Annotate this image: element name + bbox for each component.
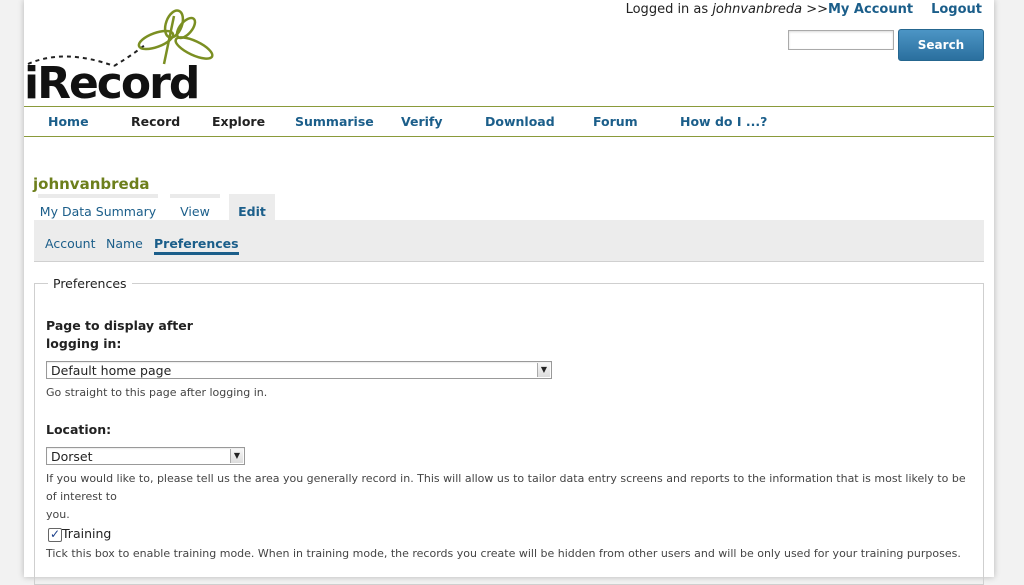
nav-item-summarise[interactable]: Summarise bbox=[295, 114, 374, 129]
search-button[interactable]: Search bbox=[898, 29, 984, 61]
location-help-text: If you would like to, please tell us the… bbox=[46, 470, 971, 524]
training-checkbox[interactable]: ✓ bbox=[48, 528, 62, 542]
logged-in-prefix: Logged in as bbox=[625, 2, 713, 17]
subtab-preferences[interactable]: Preferences bbox=[154, 236, 239, 255]
location-select[interactable]: Dorset ▼ bbox=[46, 447, 245, 465]
nav-item-record[interactable]: Record bbox=[131, 114, 180, 129]
page-after-login-label: Page to display after logging in: bbox=[46, 317, 193, 353]
main-nav: Home Record Explore Summarise Verify Dow… bbox=[24, 106, 994, 137]
page-after-login-select[interactable]: Default home page ▼ bbox=[46, 361, 552, 379]
page: iRecord Logged in as johnvanbreda >>My A… bbox=[24, 0, 994, 585]
page-label-line-2: logging in: bbox=[46, 336, 122, 351]
subtab-account[interactable]: Account bbox=[45, 236, 95, 251]
login-separator: >> bbox=[802, 2, 828, 17]
training-help-text: Tick this box to enable training mode. W… bbox=[46, 547, 961, 560]
training-label[interactable]: Training bbox=[62, 526, 111, 541]
fieldset-legend: Preferences bbox=[48, 276, 132, 291]
page-select-value: Default home page bbox=[51, 363, 172, 378]
irecord-logo[interactable]: iRecord bbox=[24, 4, 224, 108]
dropdown-arrow-icon: ▼ bbox=[537, 363, 550, 377]
nav-item-explore[interactable]: Explore bbox=[212, 114, 265, 129]
nav-item-verify[interactable]: Verify bbox=[401, 114, 443, 129]
logged-in-username: johnvanbreda bbox=[712, 2, 803, 17]
logout-link[interactable]: Logout bbox=[931, 2, 982, 17]
my-account-link[interactable]: My Account bbox=[828, 2, 913, 17]
location-help-line-1: If you would like to, please tell us the… bbox=[46, 472, 966, 503]
logo-text: iRecord bbox=[24, 58, 200, 109]
nav-item-download[interactable]: Download bbox=[485, 114, 555, 129]
nav-item-home[interactable]: Home bbox=[48, 114, 89, 129]
nav-item-how-do-i[interactable]: How do I ...? bbox=[680, 114, 767, 129]
location-label: Location: bbox=[46, 422, 112, 437]
login-status: Logged in as johnvanbreda >>My Account Lo… bbox=[626, 2, 982, 17]
subtab-name[interactable]: Name bbox=[106, 236, 143, 251]
location-help-line-2: you. bbox=[46, 508, 70, 521]
location-select-value: Dorset bbox=[51, 449, 93, 464]
subtab-bar: Account Name Preferences bbox=[34, 220, 984, 262]
page-title: johnvanbreda bbox=[33, 175, 150, 193]
page-label-line-1: Page to display after bbox=[46, 318, 193, 333]
dropdown-arrow-icon: ▼ bbox=[230, 449, 243, 463]
search-input[interactable] bbox=[788, 30, 894, 50]
nav-item-forum[interactable]: Forum bbox=[593, 114, 638, 129]
page-help-text: Go straight to this page after logging i… bbox=[46, 386, 268, 399]
